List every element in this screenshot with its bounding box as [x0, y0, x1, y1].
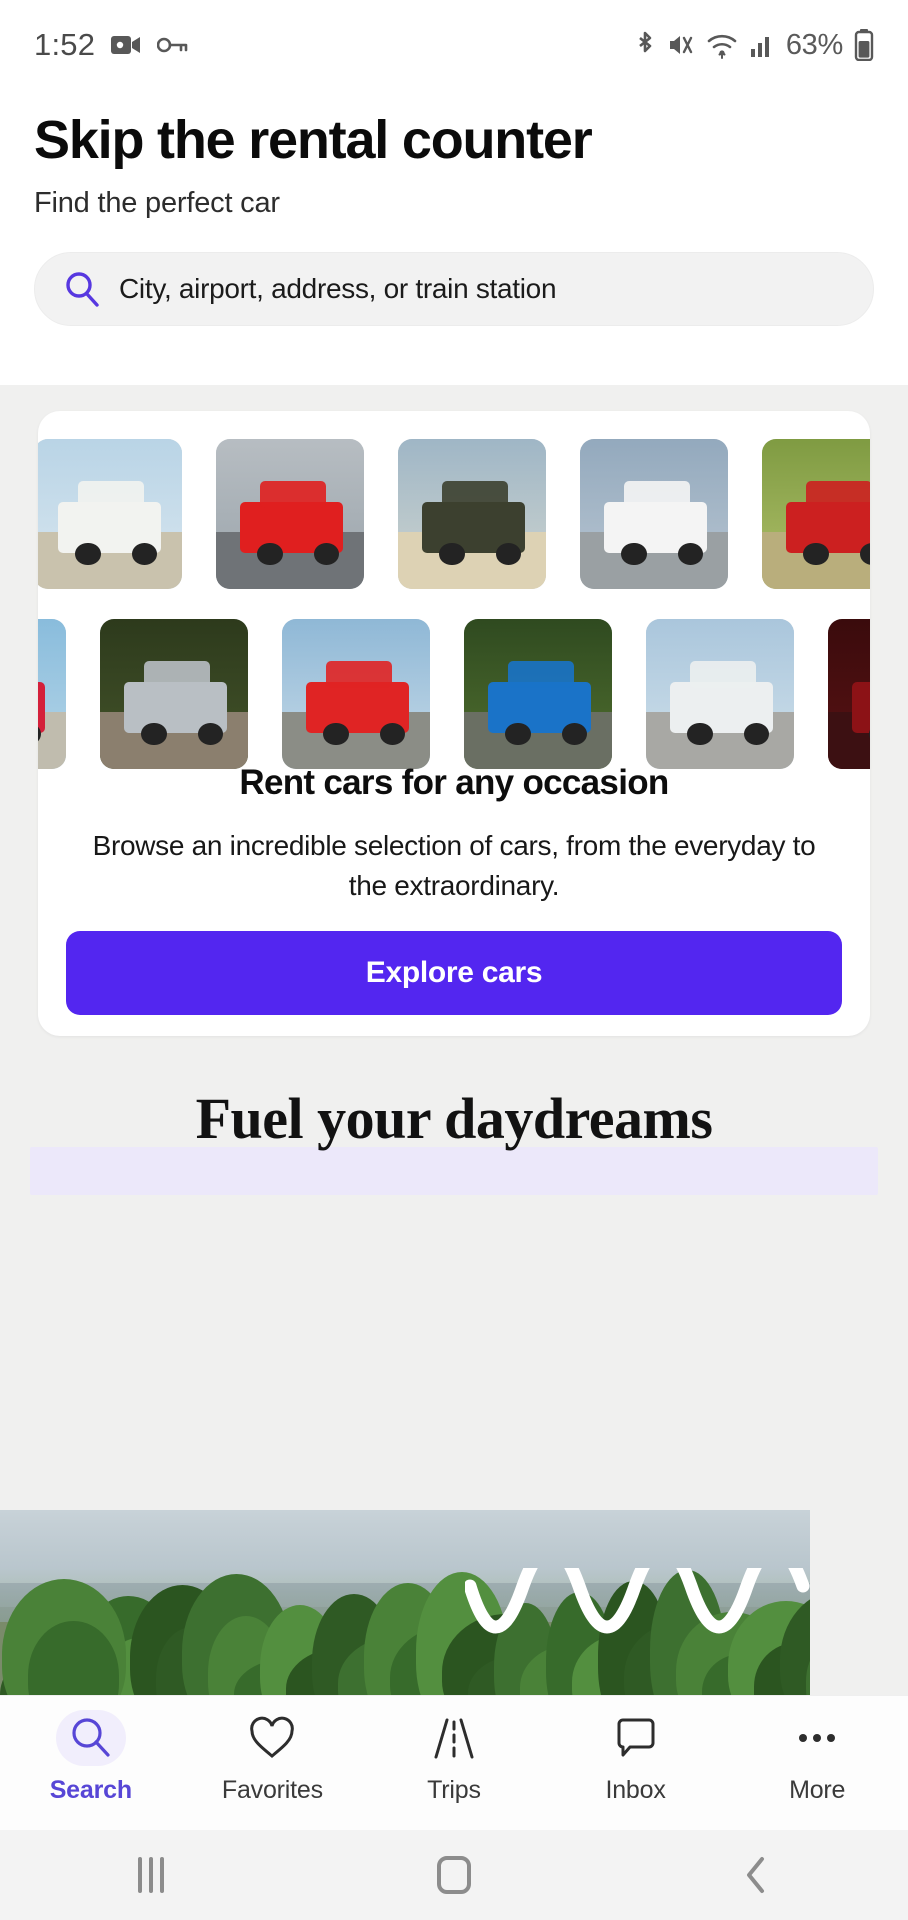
tile-vehicle-wheel	[803, 542, 829, 565]
back-icon[interactable]	[605, 1854, 908, 1896]
search-bar[interactable]: City, airport, address, or train station	[34, 251, 874, 326]
battery-icon	[854, 29, 874, 62]
bottom-navigation-bar: Search Favorites Trips Inbox More	[0, 1695, 908, 1830]
search-input[interactable]: City, airport, address, or train station	[119, 273, 557, 305]
nav-label-trips: Trips	[427, 1776, 481, 1804]
recents-icon[interactable]	[0, 1857, 303, 1893]
nav-label-inbox: Inbox	[605, 1776, 666, 1804]
daydreams-section: Fuel your daydreams	[0, 1085, 908, 1195]
promo-card-body: Browse an incredible selection of cars, …	[92, 830, 816, 901]
tile-vehicle-wheel	[141, 722, 167, 745]
content-scroll-area[interactable]: Rent cars for any occasion Browse an inc…	[0, 385, 908, 1695]
tile-vehicle-cabin	[78, 481, 144, 508]
status-bar-left: 1:52	[34, 27, 189, 63]
car-image-red-car-partial[interactable]	[38, 619, 66, 769]
tile-vehicle-cabin	[442, 481, 508, 508]
ellipsis-icon	[793, 1710, 841, 1766]
car-image-white-classic-car[interactable]	[646, 619, 794, 769]
nav-item-more[interactable]: More	[726, 1710, 908, 1805]
tile-vehicle-wheel	[621, 542, 647, 565]
tile-vehicle-cabin	[260, 481, 326, 508]
cellular-signal-icon	[749, 31, 775, 59]
tile-vehicle-wheel	[197, 722, 223, 745]
road-icon	[431, 1710, 477, 1766]
wifi-icon	[706, 31, 738, 59]
tile-vehicle-cabin	[508, 661, 574, 688]
car-image-red-sports-car[interactable]	[216, 439, 364, 589]
home-icon[interactable]	[303, 1856, 606, 1894]
nav-label-more: More	[789, 1776, 846, 1804]
tile-vehicle-wheel	[677, 542, 703, 565]
daydreams-highlight-band	[30, 1147, 878, 1195]
status-bar-right: 63%	[634, 29, 874, 62]
nav-item-trips[interactable]: Trips	[363, 1710, 545, 1805]
car-image-blue-sports-car[interactable]	[464, 619, 612, 769]
car-image-dark-red-car-partial[interactable]	[828, 619, 870, 769]
tile-vehicle-wheel	[561, 722, 587, 745]
tile-vehicle-cabin	[144, 661, 210, 688]
tile-vehicle-wheel	[257, 542, 283, 565]
page-header: Skip the rental counter Find the perfect…	[0, 90, 908, 326]
daydreams-photo[interactable]	[0, 1510, 810, 1695]
nav-label-favorites: Favorites	[221, 1776, 323, 1804]
tile-vehicle-wheel	[743, 722, 769, 745]
page-subtitle: Find the perfect car	[34, 186, 280, 219]
tile-vehicle-wheel	[439, 542, 465, 565]
status-bar: 1:52 63%	[0, 0, 908, 90]
nav-item-inbox[interactable]: Inbox	[545, 1710, 727, 1805]
status-bar-clock: 1:52	[34, 27, 96, 62]
explore-cars-button[interactable]: Explore cars	[66, 931, 842, 1015]
tile-vehicle-wheel	[495, 542, 521, 565]
nav-item-favorites[interactable]: Favorites	[182, 1710, 364, 1805]
tile-vehicle	[851, 682, 870, 733]
car-image-white-camper-van[interactable]	[38, 439, 182, 589]
tile-vehicle-cabin	[624, 481, 690, 508]
tile-vehicle-wheel	[75, 542, 101, 565]
daydreams-title: Fuel your daydreams	[195, 1086, 713, 1151]
promo-card-title: Rent cars for any occasion	[239, 763, 669, 802]
phone-screen: 1:52 63% Skip the rental counter Find th…	[0, 0, 908, 1920]
tile-vehicle-wheel	[687, 722, 713, 745]
tile-vehicle-cabin	[690, 661, 756, 688]
key-icon	[156, 35, 189, 55]
video-camera-icon	[111, 33, 141, 57]
tile-vehicle-cabin	[326, 661, 392, 688]
car-image-strip-row-2[interactable]	[38, 619, 870, 769]
car-image-red-suv[interactable]	[762, 439, 870, 589]
tile-vehicle-cabin	[806, 481, 870, 508]
bluetooth-icon	[634, 30, 656, 60]
nav-item-search[interactable]: Search	[0, 1710, 182, 1805]
car-image-silver-pickup-truck[interactable]	[100, 619, 248, 769]
car-image-white-hatchback[interactable]	[580, 439, 728, 589]
tile-vehicle	[785, 502, 870, 553]
page-title: Skip the rental counter	[34, 110, 593, 170]
car-image-strip-row-1[interactable]	[38, 439, 870, 589]
chat-bubble-icon	[613, 1710, 659, 1766]
search-icon	[55, 1710, 126, 1766]
tile-vehicle-wheel	[323, 722, 349, 745]
tile-vehicle	[38, 682, 46, 733]
car-image-dark-green-jeep[interactable]	[398, 439, 546, 589]
tile-vehicle-wheel	[379, 722, 405, 745]
tile-vehicle-wheel	[131, 542, 157, 565]
tile-vehicle-wheel	[505, 722, 531, 745]
promo-card: Rent cars for any occasion Browse an inc…	[38, 411, 870, 1036]
mute-icon	[667, 30, 695, 60]
nav-label-search: Search	[49, 1776, 132, 1804]
heart-icon	[248, 1710, 296, 1766]
white-squiggle-overlay	[465, 1568, 810, 1634]
search-icon	[63, 270, 101, 308]
car-image-red-convertible[interactable]	[282, 619, 430, 769]
android-navigation-bar	[0, 1830, 908, 1920]
tile-vehicle-wheel	[313, 542, 339, 565]
battery-percentage: 63%	[785, 28, 843, 61]
